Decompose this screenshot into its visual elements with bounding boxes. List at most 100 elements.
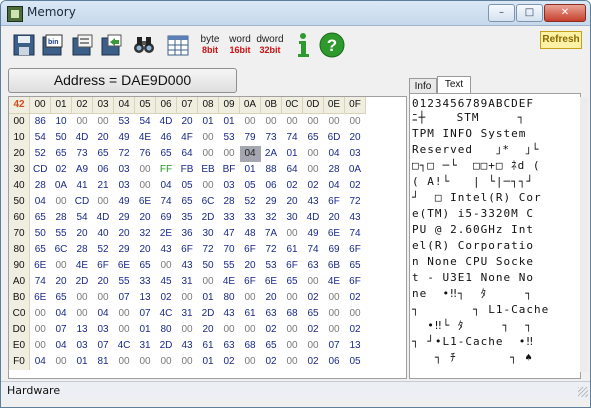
hex-cell[interactable]: 00 <box>219 146 240 162</box>
hex-cell[interactable]: 53 <box>261 258 282 274</box>
hex-cell[interactable]: 00 <box>177 290 198 306</box>
hex-cell[interactable]: 00 <box>240 322 261 338</box>
hex-cell[interactable]: 01 <box>240 162 261 178</box>
hex-cell[interactable]: 43 <box>177 338 198 354</box>
hex-cell[interactable]: 74 <box>303 242 324 258</box>
hex-cell[interactable]: 04 <box>239 146 261 162</box>
hex-cell[interactable]: 80 <box>156 322 177 338</box>
hex-cell[interactable]: FF <box>156 162 177 178</box>
hex-cell[interactable]: 2D <box>198 210 219 226</box>
hex-cell[interactable]: 31 <box>135 338 156 354</box>
hex-cell[interactable]: 6E <box>30 258 51 274</box>
hex-cell[interactable]: 54 <box>135 114 156 131</box>
hex-cell[interactable]: 00 <box>114 306 135 322</box>
hex-cell[interactable]: 6B <box>324 258 345 274</box>
hex-cell[interactable]: 43 <box>345 210 366 226</box>
hex-cell[interactable]: 4E <box>219 274 240 290</box>
hex-cell[interactable]: 72 <box>345 194 366 210</box>
hex-cell[interactable]: 04 <box>30 194 51 210</box>
hex-cell[interactable]: 30 <box>282 210 303 226</box>
hex-cell[interactable]: 00 <box>93 194 114 210</box>
hex-cell[interactable]: 65 <box>177 194 198 210</box>
hex-cell[interactable]: 65 <box>30 242 51 258</box>
hex-cell[interactable]: 02 <box>282 178 303 194</box>
hex-cell[interactable]: 49 <box>114 130 135 146</box>
hex-cell[interactable]: 20 <box>135 210 156 226</box>
hex-cell[interactable]: 07 <box>114 290 135 306</box>
hex-cell[interactable]: 00 <box>114 322 135 338</box>
hex-cell[interactable]: 6E <box>30 290 51 306</box>
hex-cell[interactable]: 2E <box>156 226 177 242</box>
hex-cell[interactable]: 00 <box>282 114 303 131</box>
hex-cell[interactable]: 65 <box>93 146 114 162</box>
hex-cell[interactable]: 80 <box>219 290 240 306</box>
word-view-button[interactable]: word 16bit <box>227 31 253 59</box>
hex-cell[interactable]: 88 <box>261 162 282 178</box>
hex-cell[interactable]: 20 <box>135 242 156 258</box>
hex-cell[interactable]: 00 <box>72 306 93 322</box>
refresh-button[interactable]: Refresh <box>540 31 582 49</box>
hex-cell[interactable]: 00 <box>135 162 156 178</box>
hex-cell[interactable]: BF <box>219 162 240 178</box>
hex-cell[interactable]: 65 <box>51 146 72 162</box>
hex-cell[interactable]: 4D <box>156 114 177 131</box>
hex-cell[interactable]: 05 <box>177 178 198 194</box>
address-button[interactable]: Address = DAE9D000 <box>8 68 237 93</box>
hex-cell[interactable]: 00 <box>240 114 261 131</box>
hex-cell[interactable]: 55 <box>51 226 72 242</box>
hex-cell[interactable]: 04 <box>30 354 51 370</box>
hex-cell[interactable]: 33 <box>219 210 240 226</box>
hex-cell[interactable]: 55 <box>219 258 240 274</box>
hex-cell[interactable]: 54 <box>30 130 51 146</box>
hex-cell[interactable]: 02 <box>303 178 324 194</box>
hex-cell[interactable]: 20 <box>93 274 114 290</box>
hex-cell[interactable]: 55 <box>114 274 135 290</box>
hex-cell[interactable]: 32 <box>135 226 156 242</box>
hex-cell[interactable]: 06 <box>261 178 282 194</box>
hex-cell[interactable]: 0A <box>51 178 72 194</box>
hex-cell[interactable]: 03 <box>72 338 93 354</box>
hex-cell[interactable]: 00 <box>282 290 303 306</box>
hex-cell[interactable]: 00 <box>198 274 219 290</box>
hex-cell[interactable]: 04 <box>51 338 72 354</box>
hex-cell[interactable]: 36 <box>177 226 198 242</box>
hex-cell[interactable]: 00 <box>345 306 366 322</box>
hex-cell[interactable]: 63 <box>261 306 282 322</box>
hex-cell[interactable]: 65 <box>303 130 324 146</box>
hex-cell[interactable]: 48 <box>240 226 261 242</box>
hex-cell[interactable]: 65 <box>282 274 303 290</box>
hex-cell[interactable]: 01 <box>198 114 219 131</box>
hex-cell[interactable]: 45 <box>156 274 177 290</box>
hex-cell[interactable]: 43 <box>219 306 240 322</box>
hex-cell[interactable]: 00 <box>219 322 240 338</box>
hex-cell[interactable]: 00 <box>240 290 261 306</box>
hex-cell[interactable]: 32 <box>261 210 282 226</box>
hex-cell[interactable]: 04 <box>156 178 177 194</box>
hex-cell[interactable]: 00 <box>30 338 51 354</box>
hex-cell[interactable]: 07 <box>324 338 345 354</box>
hex-cell[interactable]: 35 <box>177 210 198 226</box>
hex-cell[interactable]: 00 <box>72 114 93 131</box>
hex-cell[interactable]: 00 <box>345 114 366 131</box>
hex-cell[interactable]: 02 <box>51 162 72 178</box>
hex-cell[interactable]: 74 <box>345 226 366 242</box>
hex-cell[interactable]: 53 <box>114 114 135 131</box>
hex-cell[interactable]: 02 <box>303 290 324 306</box>
hex-cell[interactable]: 06 <box>93 162 114 178</box>
hex-cell[interactable]: 00 <box>324 322 345 338</box>
hex-cell[interactable]: 65 <box>156 146 177 162</box>
hex-cell[interactable]: 54 <box>72 210 93 226</box>
hex-cell[interactable]: 65 <box>135 258 156 274</box>
hex-cell[interactable]: 65 <box>303 306 324 322</box>
hex-cell[interactable]: 6F <box>177 242 198 258</box>
hex-cell[interactable]: 52 <box>93 242 114 258</box>
hex-cell[interactable]: 00 <box>177 354 198 370</box>
hex-cell[interactable]: 02 <box>219 354 240 370</box>
hex-cell[interactable]: 74 <box>30 274 51 290</box>
hex-cell[interactable]: 4D <box>93 210 114 226</box>
hex-cell[interactable]: 33 <box>240 210 261 226</box>
hex-cell[interactable]: 28 <box>324 162 345 178</box>
hex-cell[interactable]: 28 <box>51 210 72 226</box>
hex-cell[interactable]: 4D <box>72 130 93 146</box>
hex-cell[interactable]: 00 <box>261 114 282 131</box>
